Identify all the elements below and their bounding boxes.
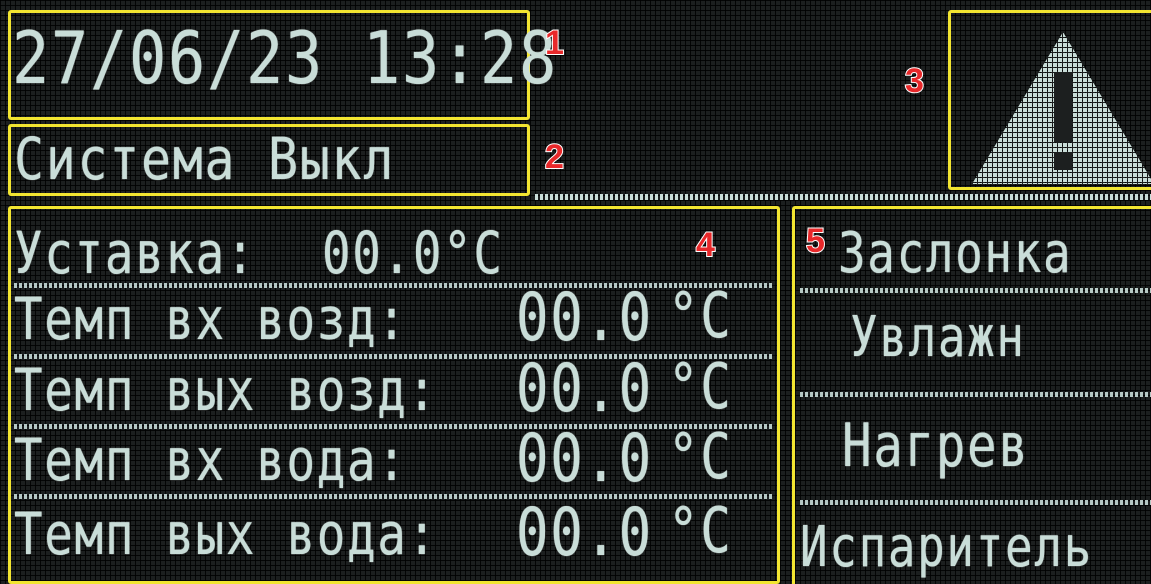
warning-triangle-icon[interactable] xyxy=(968,28,1151,188)
menu-item-heating[interactable]: Нагрев xyxy=(842,416,1030,476)
reading-value: 00.0 xyxy=(516,494,653,571)
header-separator xyxy=(535,194,1151,200)
reading-unit: °C xyxy=(668,279,733,352)
reading-label: Темп вых возд: xyxy=(14,356,438,424)
datetime-display: 27/06/23 13:28 xyxy=(12,16,558,100)
marker-3: 3 xyxy=(904,62,925,100)
marker-1: 1 xyxy=(544,24,565,62)
menu-separator xyxy=(800,392,1151,397)
menu-item-humidifier[interactable]: Увлажн xyxy=(850,310,1026,366)
system-status-text[interactable]: Система Выкл xyxy=(14,130,395,188)
reading-value: 00.0 xyxy=(516,350,653,427)
reading-label: Темп вх вода: xyxy=(14,426,408,494)
reading-value: 00.0 xyxy=(516,279,653,356)
menu-item-evaporator[interactable]: Испаритель xyxy=(800,520,1093,576)
lcd-screen: 27/06/23 13:28 Система Выкл Уставка: 00.… xyxy=(0,0,1151,584)
reading-label: Темп вых вода: xyxy=(14,500,438,568)
menu-separator xyxy=(800,288,1151,293)
row-separator xyxy=(14,494,774,499)
setpoint-label: Уставка: xyxy=(14,219,257,287)
reading-value: 00.0 xyxy=(516,420,653,497)
reading-label: Темп вх возд: xyxy=(14,285,408,353)
setpoint-value[interactable]: 00.0°C xyxy=(322,224,504,282)
marker-4: 4 xyxy=(695,226,716,264)
marker-5: 5 xyxy=(805,222,826,260)
menu-item-damper[interactable]: Заслонка xyxy=(838,226,1072,282)
reading-unit: °C xyxy=(668,494,733,567)
menu-separator xyxy=(800,500,1151,505)
reading-unit: °C xyxy=(668,350,733,423)
reading-unit: °C xyxy=(668,420,733,493)
marker-2: 2 xyxy=(544,138,565,176)
